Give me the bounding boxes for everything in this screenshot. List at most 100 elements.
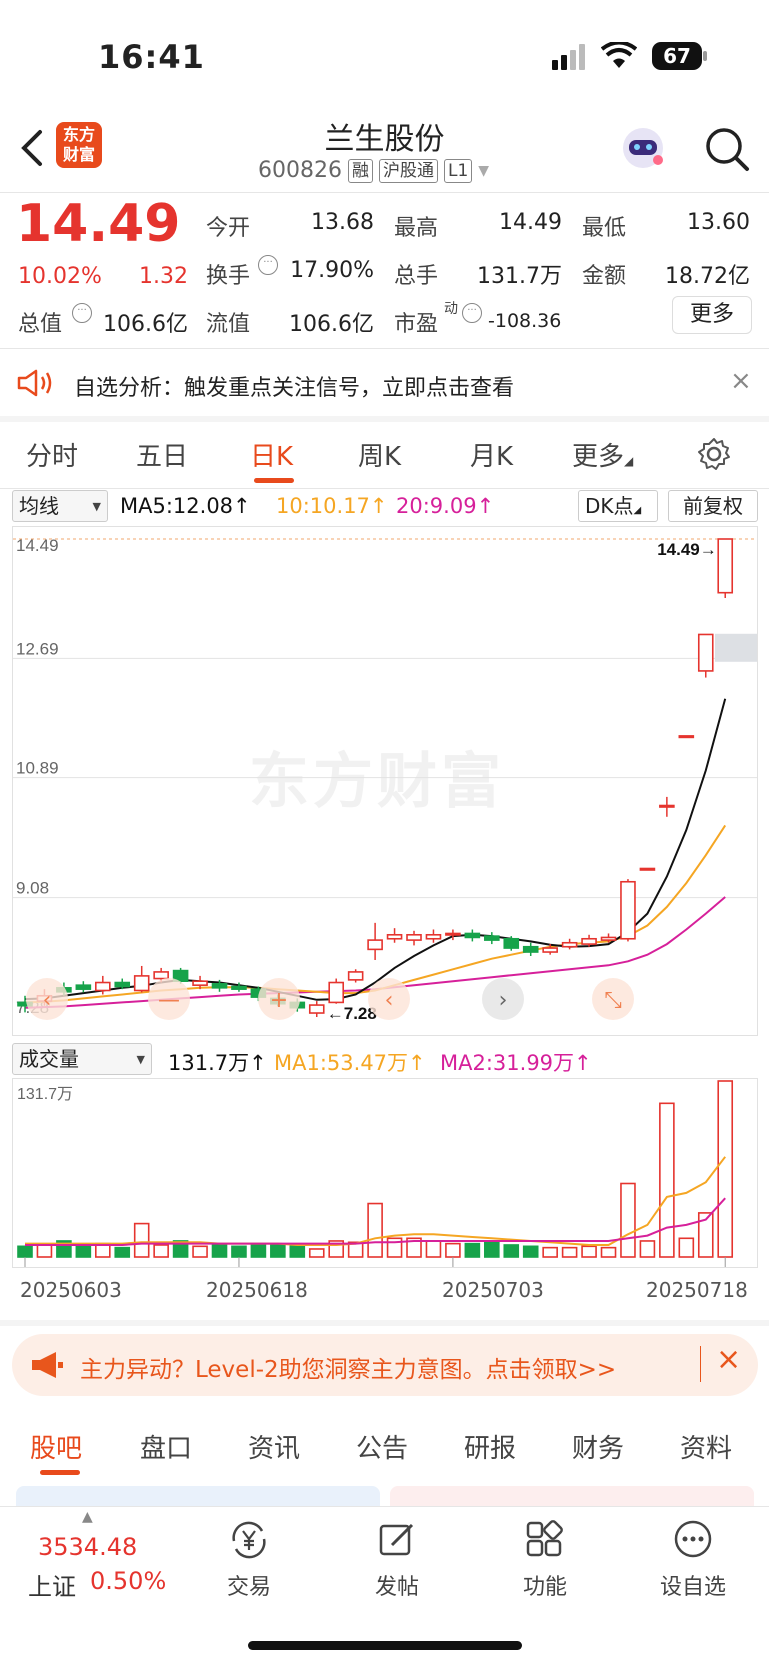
bubble-glyph: › bbox=[499, 988, 508, 1013]
volume-bar bbox=[464, 1242, 481, 1258]
candle-body bbox=[192, 980, 208, 986]
tab-research[interactable]: 研报 bbox=[464, 1428, 516, 1465]
pe-label: 市盈 bbox=[394, 312, 439, 337]
change-amount: 1.32 bbox=[139, 264, 188, 289]
nav-trade[interactable]: 交易 bbox=[204, 1517, 294, 1601]
volume-bar bbox=[581, 1245, 597, 1258]
info-dots-icon[interactable]: ··· bbox=[72, 303, 92, 323]
scroll-right-icon[interactable]: › bbox=[482, 978, 524, 1020]
tab-intraday[interactable]: 分时 bbox=[26, 436, 78, 473]
x-tick-1: 20250603 bbox=[20, 1278, 122, 1302]
bubble-glyph: ⤡ bbox=[604, 988, 622, 1013]
nav-trade-label: 交易 bbox=[226, 1575, 271, 1600]
tab-monthly-k[interactable]: 月K bbox=[470, 436, 513, 473]
nav-post[interactable]: 发帖 bbox=[352, 1517, 442, 1601]
index-name[interactable]: 上证 bbox=[28, 1567, 76, 1602]
tab-orderbook[interactable]: 盘口 bbox=[140, 1428, 192, 1465]
info-dots-icon[interactable]: ··· bbox=[462, 303, 482, 323]
last-price: 14.49 bbox=[16, 194, 181, 254]
analysis-notice[interactable]: 自选分析：触发重点关注信号，立即点击查看 × bbox=[0, 352, 769, 414]
tab-forum[interactable]: 股吧 bbox=[30, 1428, 82, 1465]
notice-text: 自选分析：触发重点关注信号，立即点击查看 bbox=[74, 376, 515, 401]
dk-point-label: DK点 bbox=[585, 494, 634, 518]
volume-bar bbox=[308, 1248, 325, 1258]
index-percent[interactable]: 0.50% bbox=[90, 1567, 166, 1595]
low-label: 最低 bbox=[582, 216, 627, 241]
robot-assistant-icon[interactable] bbox=[618, 122, 668, 172]
settings-gear-icon[interactable] bbox=[696, 436, 732, 472]
kline-chart[interactable]: 东方财富 14.4912.6910.899.087.2814.49→←7.28‹… bbox=[12, 526, 758, 1036]
banner-text: 主力异动？Level-2助您洞察主力意图。点击领取>> bbox=[80, 1357, 617, 1383]
zoom-prev-icon[interactable]: ‹ bbox=[26, 978, 68, 1020]
signal-icon bbox=[552, 44, 585, 70]
volume-chart[interactable]: 131.7万 bbox=[12, 1078, 758, 1268]
candle-body bbox=[328, 981, 345, 1004]
volume-select[interactable]: 成交量 ▼ bbox=[12, 1043, 152, 1075]
info-dots-icon[interactable]: ··· bbox=[258, 255, 278, 275]
close-icon[interactable]: × bbox=[730, 366, 752, 396]
megaphone-icon bbox=[32, 1352, 63, 1378]
section-gap bbox=[0, 1320, 769, 1326]
zoom-out-icon[interactable]: — bbox=[148, 978, 190, 1020]
ma-legend-row: 均线 ▼ MA5:12.08↑ 10:10.17↑ 20:9.09↑ DK点◢ 前… bbox=[12, 490, 758, 524]
candle-body bbox=[659, 804, 675, 808]
close-icon[interactable]: × bbox=[716, 1342, 741, 1377]
scroll-left-icon[interactable]: ‹ bbox=[368, 978, 410, 1020]
turnover-label: 换手 bbox=[206, 264, 251, 289]
candle-body bbox=[678, 735, 695, 739]
volume-bar bbox=[114, 1246, 131, 1258]
volume-bar bbox=[503, 1244, 520, 1258]
tag-margin: 融 bbox=[347, 158, 373, 183]
stock-subheader[interactable]: 600826 融 沪股通 L1 ▼ bbox=[258, 158, 489, 183]
ma20-label: 20:9.09↑ bbox=[396, 494, 495, 518]
volume-bar bbox=[600, 1246, 617, 1258]
nav-add-watchlist-label: 设自选 bbox=[659, 1575, 726, 1600]
tab-weekly-k[interactable]: 周K bbox=[358, 436, 401, 473]
adjust-select[interactable]: 前复权 bbox=[668, 490, 758, 522]
candle-body bbox=[717, 538, 734, 594]
amount-value: 18.72亿 bbox=[665, 264, 750, 289]
tab-daily-k[interactable]: 日K bbox=[250, 436, 293, 473]
volume-select-label: 成交量 bbox=[19, 1047, 79, 1071]
float-label: 流值 bbox=[206, 312, 251, 337]
ma10-text: 10:10.17 bbox=[276, 494, 370, 518]
pe-sup: 动 bbox=[444, 301, 458, 317]
candle-body bbox=[133, 975, 150, 992]
tab-news[interactable]: 资讯 bbox=[248, 1428, 300, 1465]
volume-bar bbox=[639, 1240, 656, 1258]
tab-more[interactable]: 更多◢ bbox=[572, 436, 633, 473]
nav-functions-label: 功能 bbox=[522, 1575, 567, 1600]
nav-functions[interactable]: 功能 bbox=[500, 1517, 590, 1601]
volume-bar bbox=[192, 1245, 208, 1258]
tab-five-day[interactable]: 五日 bbox=[136, 436, 188, 473]
more-button[interactable]: 更多 bbox=[672, 296, 752, 334]
volume-bar bbox=[36, 1244, 53, 1258]
high-label: 最高 bbox=[394, 216, 439, 241]
tab-announcements[interactable]: 公告 bbox=[356, 1428, 408, 1465]
stock-code: 600826 bbox=[258, 158, 342, 183]
tab-more-label: 更多 bbox=[572, 442, 625, 472]
min-price-label: ←7.28 bbox=[327, 1004, 377, 1023]
candle-body bbox=[386, 933, 403, 940]
wifi-icon bbox=[601, 42, 637, 68]
nav-add-watchlist[interactable]: 设自选 bbox=[648, 1517, 738, 1601]
turnover-value: 17.90% bbox=[290, 258, 374, 283]
index-value[interactable]: 3534.48 bbox=[38, 1533, 137, 1561]
tab-financials[interactable]: 财务 bbox=[572, 1428, 624, 1465]
zoom-in-icon[interactable]: + bbox=[258, 978, 300, 1020]
volume-bar bbox=[231, 1245, 247, 1258]
home-indicator bbox=[248, 1641, 522, 1650]
indicator-select[interactable]: 均线 ▼ bbox=[12, 490, 108, 522]
dk-point-select[interactable]: DK点◢ bbox=[578, 490, 658, 522]
volume-bar bbox=[678, 1237, 695, 1258]
active-subtab-indicator bbox=[40, 1470, 80, 1475]
level2-banner[interactable]: 主力异动？Level-2助您洞察主力意图。点击领取>> × bbox=[12, 1334, 758, 1396]
tab-profile[interactable]: 资料 bbox=[680, 1428, 732, 1465]
volume-bar bbox=[250, 1242, 267, 1258]
search-icon[interactable] bbox=[704, 126, 750, 172]
fullscreen-icon[interactable]: ⤡ bbox=[592, 978, 634, 1020]
caret-up-icon[interactable]: ▲ bbox=[82, 1509, 93, 1525]
candle-body bbox=[308, 1004, 325, 1014]
max-price-label: 14.49→ bbox=[657, 540, 717, 559]
yen-cycle-icon bbox=[232, 1521, 266, 1559]
